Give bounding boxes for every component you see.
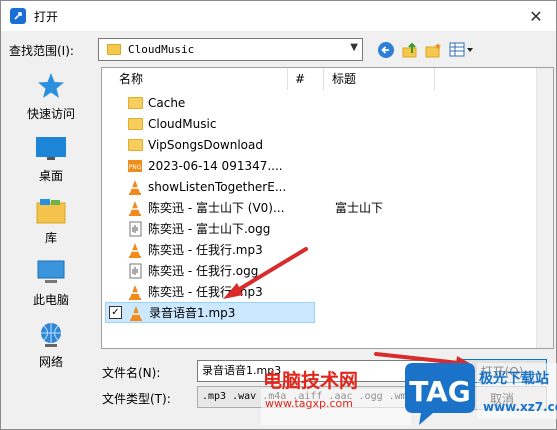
vlc-cone-icon: [127, 200, 143, 216]
back-button[interactable]: [375, 39, 397, 61]
watermark-graphic: 电脑技术网 www.tagxp.com TAG 极光下载站 www.xz7.co…: [261, 363, 557, 425]
lookin-value: CloudMusic: [128, 43, 195, 56]
file-name: 陈奕迅 - 任我行.mp3: [148, 243, 263, 257]
place-library[interactable]: 库: [3, 197, 99, 259]
file-name: 陈奕迅 - 任我行.ogg: [148, 264, 259, 278]
column-header-title[interactable]: 标题: [325, 68, 435, 90]
place-desktop[interactable]: 桌面: [3, 135, 99, 197]
list-item[interactable]: showListenTogetherE...: [105, 176, 535, 197]
folder-icon: [127, 95, 143, 111]
list-item[interactable]: 陈奕迅 - 富士山下 (V0)... 富士山下: [105, 197, 535, 218]
tag-logo-text: TAG: [409, 375, 471, 408]
up-folder-button[interactable]: [399, 39, 421, 61]
watermark-site-name: 电脑技术网: [263, 369, 358, 392]
up-folder-icon: [402, 42, 417, 58]
lookin-row: 查找范围(I): CloudMusic ▼: [1, 37, 556, 63]
file-title: 富士山下: [335, 201, 384, 215]
filename-label: 文件名(N):: [102, 366, 161, 380]
watermark-right-title: 极光下载站: [479, 370, 549, 387]
svg-text:PNG: PNG: [129, 164, 142, 171]
list-item[interactable]: 陈奕迅 - 富士山下.ogg: [105, 218, 535, 239]
new-folder-button[interactable]: [422, 39, 444, 61]
title-bar: 打开 ✕: [1, 1, 556, 31]
vlc-cone-icon: [127, 179, 143, 195]
file-name: 录音语音1.mp3: [149, 306, 236, 320]
dialog-title: 打开: [34, 9, 59, 24]
column-header-number[interactable]: #: [288, 68, 324, 90]
back-arrow-icon: [378, 42, 394, 58]
list-item[interactable]: 陈奕迅 - 任我行.ogg: [105, 260, 535, 281]
filetype-label: 文件类型(T):: [102, 392, 171, 406]
lookin-dropdown[interactable]: CloudMusic ▼: [98, 38, 363, 61]
file-name: CloudMusic: [148, 116, 217, 131]
file-name: VipSongsDownload: [148, 137, 263, 152]
view-menu-button[interactable]: [447, 39, 475, 61]
tag-logo: TAG: [405, 363, 475, 425]
list-item[interactable]: CloudMusic: [105, 113, 535, 134]
computer-icon: [37, 260, 65, 283]
file-name: 2023-06-14 091347....: [148, 158, 283, 173]
file-name: 陈奕迅 - 富士山下 (V0)...: [148, 201, 285, 215]
list-item[interactable]: 陈奕迅 - 任我行.mp3: [105, 281, 535, 302]
new-folder-icon: [425, 43, 441, 58]
folder-icon: [107, 44, 121, 55]
folder-icon: [127, 137, 143, 153]
library-icon: [36, 199, 66, 224]
place-label: 快速访问: [26, 107, 75, 121]
view-grid-icon: [449, 42, 473, 57]
audio-file-icon: [127, 263, 143, 279]
list-item[interactable]: VipSongsDownload: [105, 134, 535, 155]
vlc-cone-icon: [128, 305, 144, 321]
place-label: 桌面: [38, 169, 63, 183]
watermark-url: www.tagxp.com: [265, 397, 353, 410]
close-button[interactable]: ✕: [516, 1, 556, 31]
image-file-icon: PNG: [127, 158, 143, 174]
folder-icon: [127, 116, 143, 132]
vlc-cone-icon: [127, 242, 143, 258]
list-item[interactable]: PNG 2023-06-14 091347....: [105, 155, 535, 176]
close-icon: ✕: [529, 6, 543, 26]
chevron-down-icon: ▼: [350, 42, 358, 53]
file-name: showListenTogetherE...: [148, 179, 287, 194]
star-icon: [38, 73, 64, 98]
audio-file-icon: [127, 221, 143, 237]
watermark: 电脑技术网 www.tagxp.com TAG 极光下载站 www.xz7.co…: [259, 359, 557, 430]
file-name: Cache: [148, 95, 186, 110]
place-this-pc[interactable]: 此电脑: [3, 259, 99, 321]
watermark-right-url: www.xz7.com: [483, 400, 557, 414]
place-label: 库: [44, 231, 57, 245]
network-icon: [41, 323, 61, 347]
place-label: 此电脑: [32, 293, 69, 307]
column-header-name[interactable]: 名称: [112, 68, 288, 90]
app-icon: [10, 8, 26, 24]
file-name: 陈奕迅 - 任我行.mp3: [148, 285, 263, 299]
open-file-dialog: 打开 ✕ 查找范围(I): CloudMusic ▼ 快速访问 桌面 库 此电脑…: [0, 0, 557, 430]
file-list[interactable]: 名称 # 标题 Cache CloudMusic VipSongsDownloa…: [101, 67, 554, 349]
lookin-label: 查找范围(I):: [9, 44, 74, 58]
item-checkbox[interactable]: ✓: [109, 306, 122, 319]
vertical-scrollbar[interactable]: [536, 68, 553, 348]
list-item-selected[interactable]: ✓ 录音语音1.mp3: [105, 302, 315, 323]
place-quick-access[interactable]: 快速访问: [3, 71, 99, 133]
list-item[interactable]: Cache: [105, 92, 535, 113]
places-bar: 快速访问 桌面 库 此电脑 网络: [1, 67, 101, 369]
vlc-cone-icon: [127, 284, 143, 300]
desktop-icon: [36, 137, 66, 160]
file-name: 陈奕迅 - 富士山下.ogg: [148, 222, 271, 236]
list-item[interactable]: 陈奕迅 - 任我行.mp3: [105, 239, 535, 260]
